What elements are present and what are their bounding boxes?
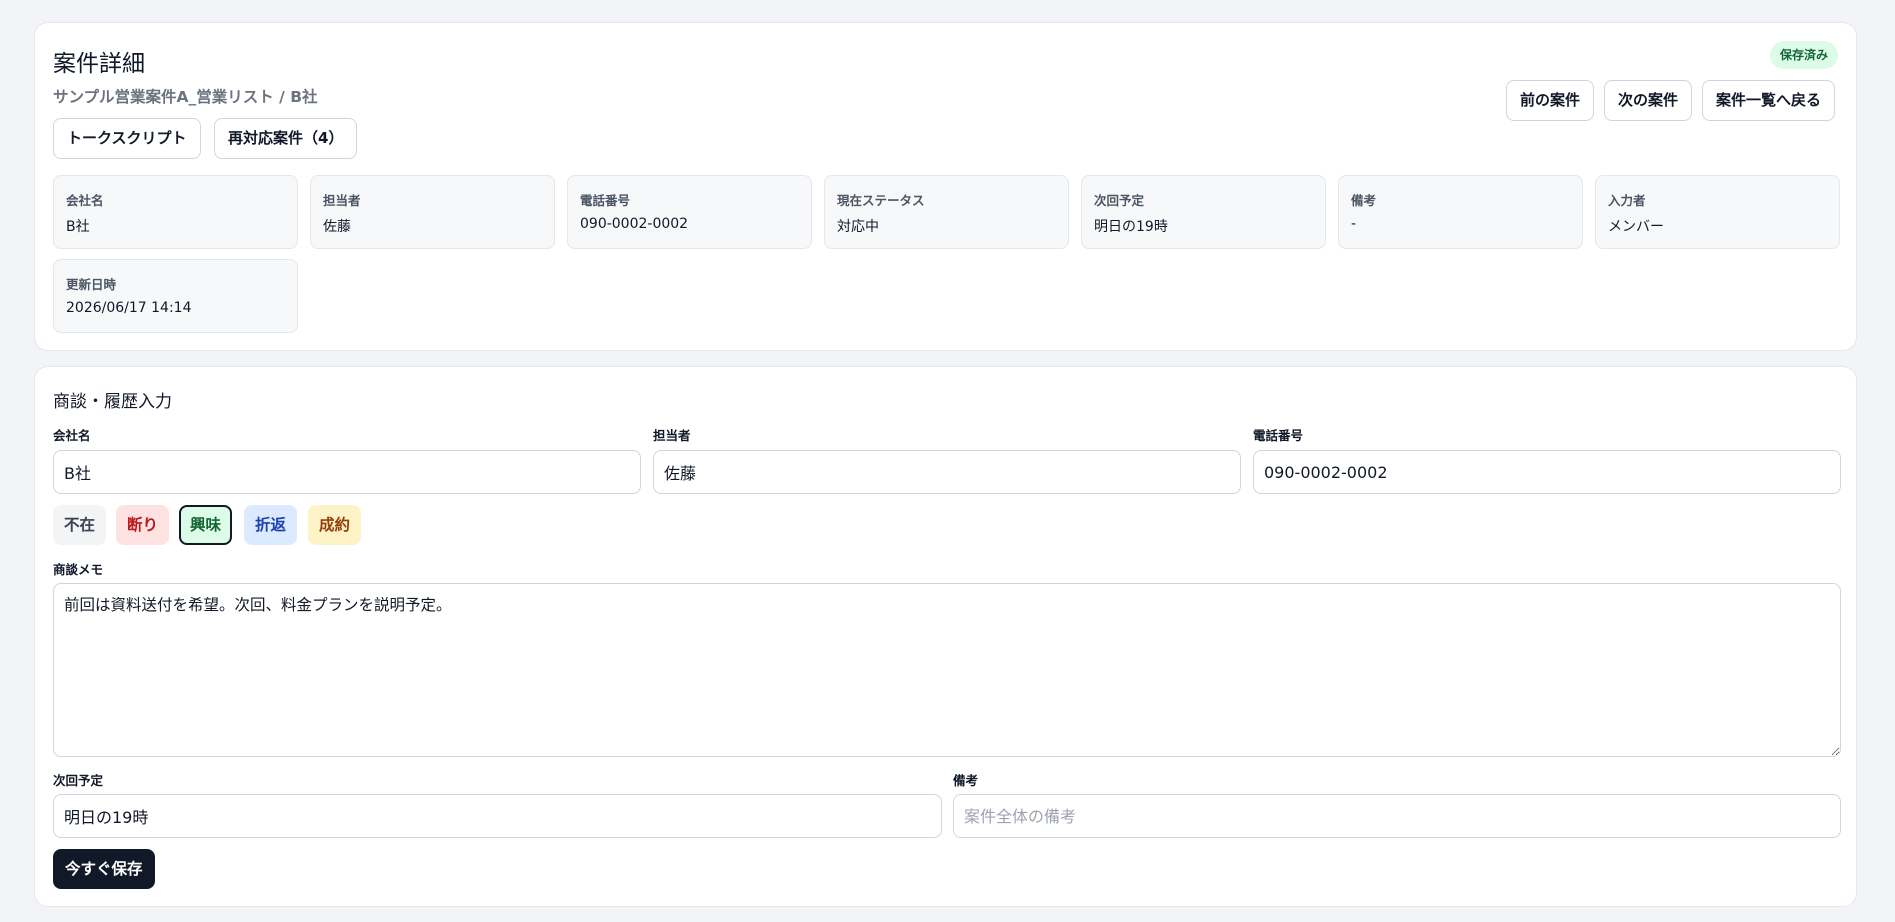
status-absent-button[interactable]: 不在 (53, 505, 107, 545)
save-now-button[interactable]: 今すぐ保存 (53, 849, 155, 889)
info-note: 備考 - (1338, 175, 1583, 249)
page-title: 案件詳細 (53, 51, 145, 77)
note-input[interactable] (953, 794, 1841, 838)
info-label: 備考 (1351, 193, 1377, 208)
back-to-list-button[interactable]: 案件一覧へ戻る (1702, 80, 1836, 121)
info-label: 次回予定 (1094, 193, 1145, 208)
info-company: 会社名 B社 (53, 175, 298, 249)
info-value: メンバー (1608, 219, 1664, 235)
person-field-label: 担当者 (653, 428, 691, 443)
info-value: 090-0002-0002 (580, 216, 689, 232)
info-value: 2026/06/17 14:14 (66, 300, 192, 316)
company-field-label: 会社名 (53, 428, 91, 443)
talk-script-button[interactable]: トークスクリプト (53, 118, 201, 159)
info-value: 明日の19時 (1094, 219, 1168, 235)
history-entry-card: 商談・履歴入力 会社名 担当者 電話番号 商談メモ 次回予定 備考 今すぐ保存 … (34, 366, 1857, 907)
info-updated-at: 更新日時 2026/06/17 14:14 (53, 259, 298, 333)
saved-status-badge: 保存済み (1769, 41, 1838, 69)
info-label: 入力者 (1608, 193, 1646, 208)
info-value: - (1351, 216, 1357, 232)
next-plan-input[interactable] (53, 794, 942, 838)
breadcrumb: サンプル営業案件A_営業リスト / B社 (53, 88, 318, 106)
info-phone: 電話番号 090-0002-0002 (567, 175, 812, 249)
info-label: 担当者 (323, 193, 361, 208)
memo-textarea[interactable] (53, 583, 1841, 757)
info-value: 佐藤 (323, 219, 351, 235)
next-plan-field-label: 次回予定 (53, 773, 104, 788)
next-case-button[interactable]: 次の案件 (1604, 80, 1693, 121)
status-closed-button[interactable]: 成約 (308, 505, 362, 545)
info-label: 現在ステータス (837, 193, 925, 208)
info-status: 現在ステータス 対応中 (824, 175, 1069, 249)
prev-case-button[interactable]: 前の案件 (1506, 80, 1595, 121)
note-field-label: 備考 (953, 773, 979, 788)
memo-field-label: 商談メモ (53, 562, 104, 577)
status-interested-button[interactable]: 興味 (179, 505, 233, 545)
company-input[interactable] (53, 450, 641, 494)
info-value: B社 (66, 219, 90, 235)
phone-field-label: 電話番号 (1253, 428, 1304, 443)
info-person: 担当者 佐藤 (310, 175, 555, 249)
status-declined-button[interactable]: 断り (116, 505, 170, 545)
recontact-cases-button[interactable]: 再対応案件（4） (214, 118, 358, 159)
info-next-plan: 次回予定 明日の19時 (1081, 175, 1326, 249)
info-label: 電話番号 (580, 193, 631, 208)
status-callback-button[interactable]: 折返 (244, 505, 298, 545)
phone-input[interactable] (1253, 450, 1841, 494)
info-label: 更新日時 (66, 277, 117, 292)
section-title: 商談・履歴入力 (53, 392, 172, 412)
info-value: 対応中 (837, 219, 879, 235)
info-entered-by: 入力者 メンバー (1595, 175, 1840, 249)
case-detail-card: 案件詳細 サンプル営業案件A_営業リスト / B社 保存済み 前の案件 次の案件… (34, 22, 1857, 351)
info-label: 会社名 (66, 193, 104, 208)
person-input[interactable] (653, 450, 1241, 494)
